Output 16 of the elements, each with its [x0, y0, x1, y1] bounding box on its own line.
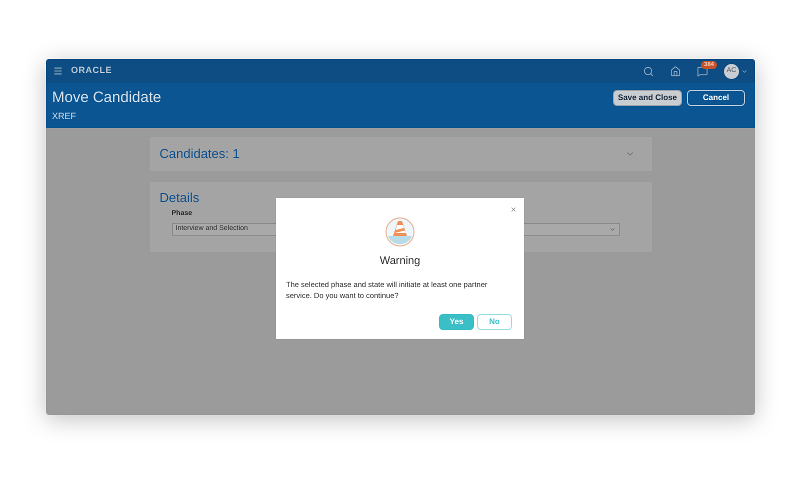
cancel-button[interactable]: Cancel	[687, 90, 745, 106]
search-icon[interactable]	[643, 66, 654, 76]
candidates-heading: Candidates: 1	[160, 145, 240, 164]
notifications-icon[interactable]	[697, 66, 708, 76]
dialog-title: Warning	[380, 254, 420, 269]
traffic-cone-icon	[385, 217, 415, 247]
home-icon[interactable]	[670, 66, 681, 76]
close-icon[interactable]	[510, 206, 517, 213]
dropdown-icon	[608, 226, 616, 232]
oracle-logo: ORACLE	[71, 64, 112, 78]
page-subtitle: XREF	[52, 110, 78, 123]
menu-icon[interactable]	[53, 66, 63, 76]
page-title: Move Candidate	[52, 89, 162, 107]
save-button[interactable]: Save and Close	[612, 90, 682, 106]
chevron-icon[interactable]	[741, 68, 748, 74]
details-heading: Details	[160, 190, 200, 206]
